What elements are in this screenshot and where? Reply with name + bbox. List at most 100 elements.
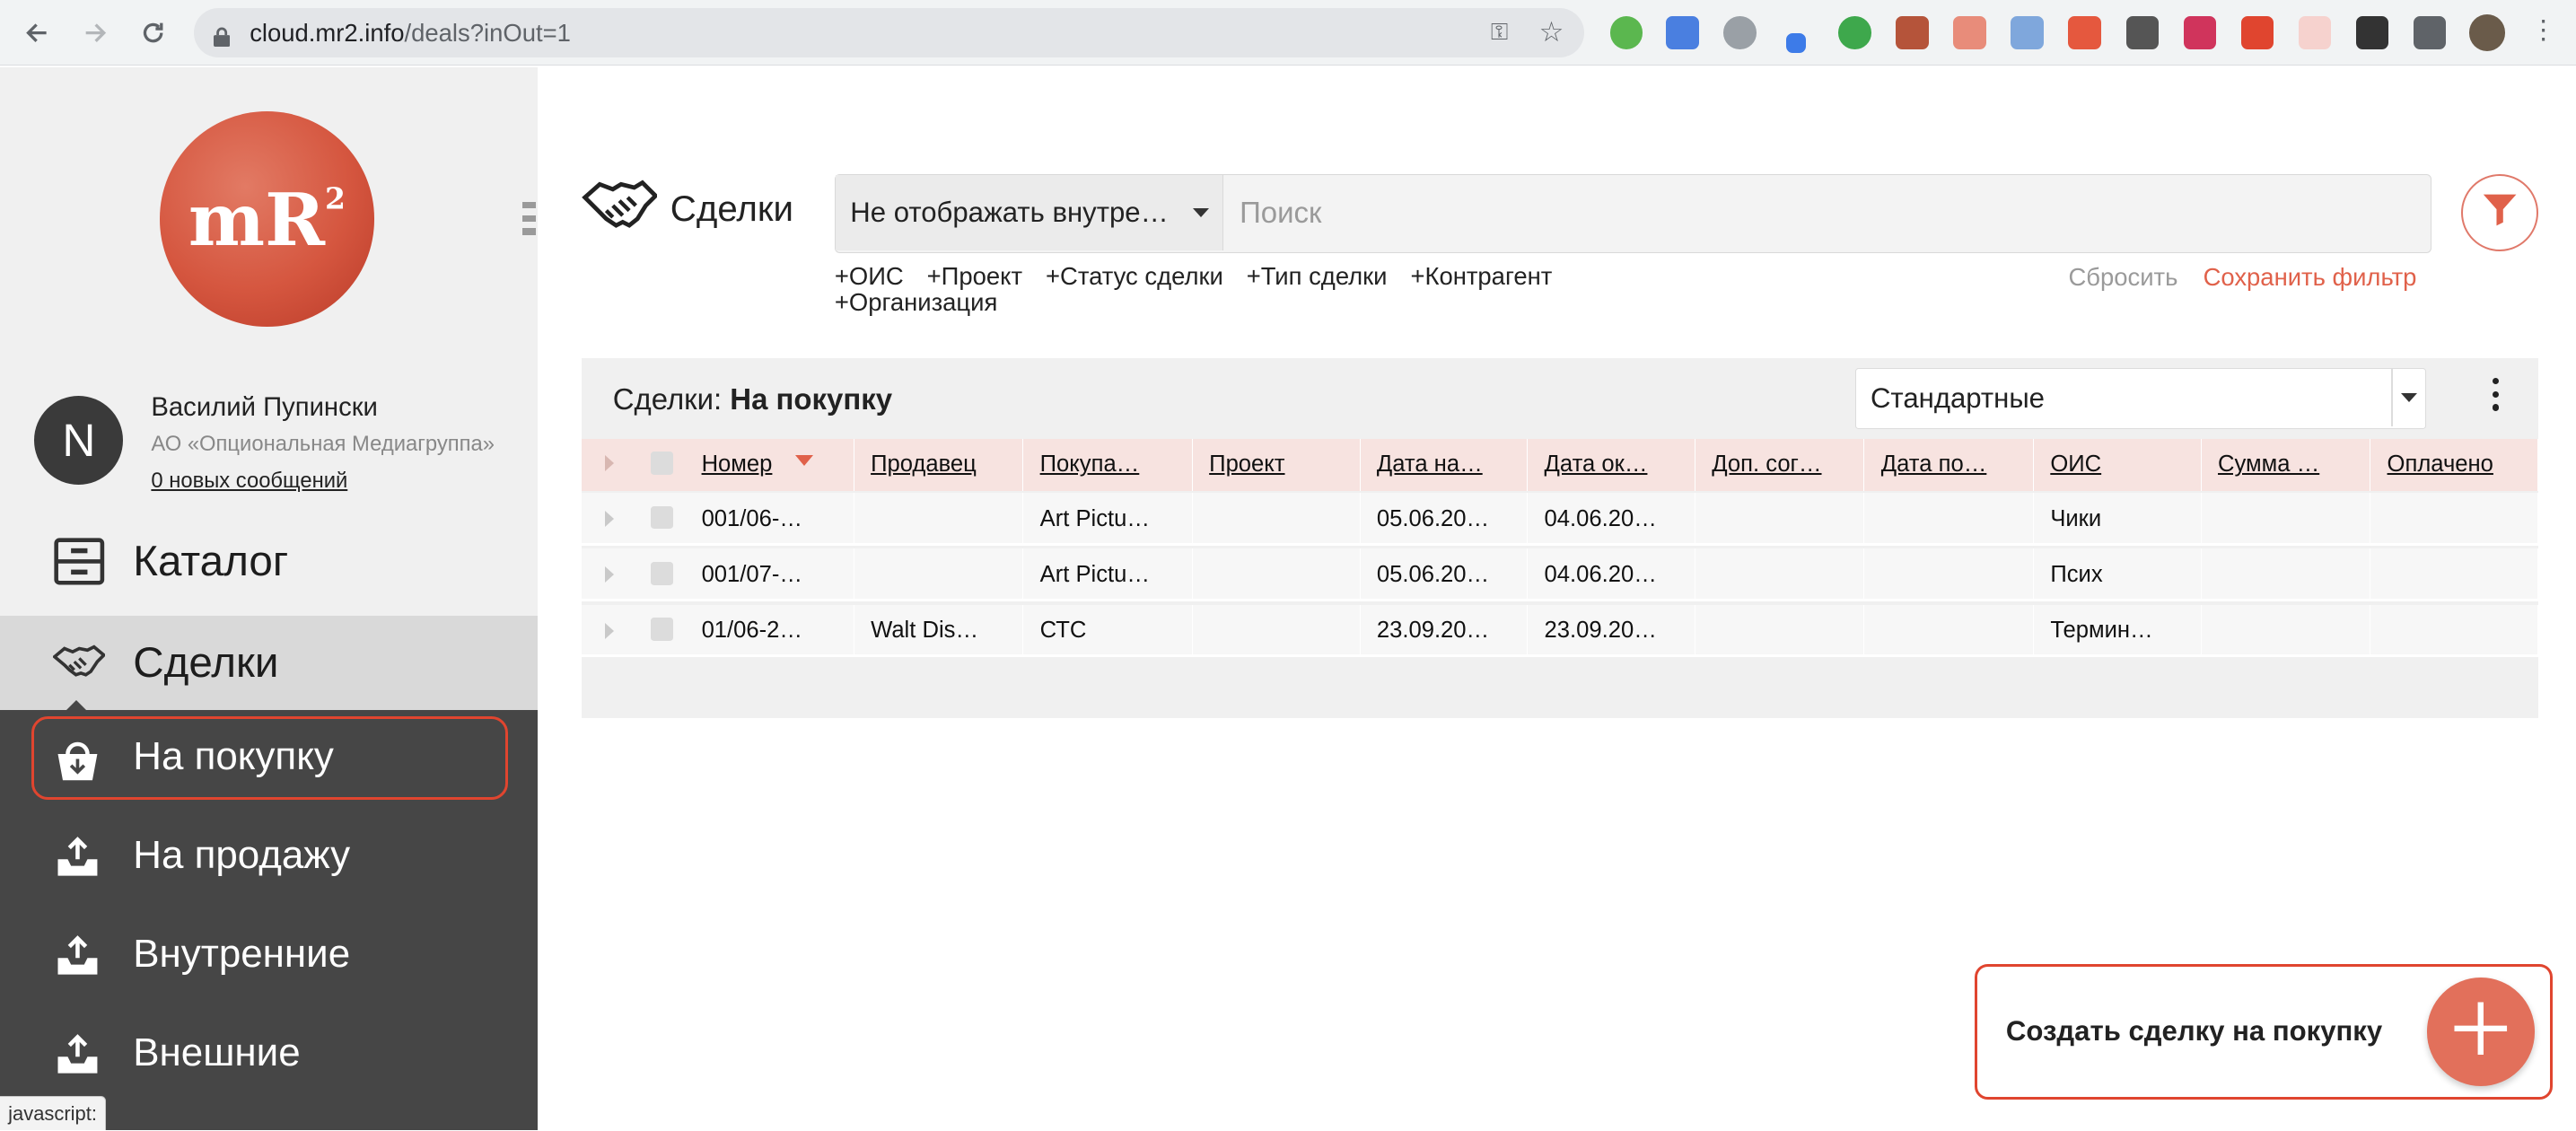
table-row[interactable]: 01/06-2… Walt Dis… СТС 23.09.20… 23.09.2…	[581, 604, 2538, 658]
reader-extension-icon[interactable]	[2011, 16, 2044, 49]
cell-sign-date	[1864, 604, 2034, 658]
more-options-icon[interactable]	[2491, 377, 2501, 417]
extensions-puzzle-icon[interactable]	[2413, 16, 2447, 49]
chevron-down-icon	[1193, 207, 1210, 218]
back-arrow-icon[interactable]	[16, 13, 56, 53]
skype-extension-icon[interactable]	[1723, 16, 1757, 49]
cell-sign-date	[1864, 493, 2034, 546]
upload-tray-icon	[53, 833, 102, 882]
bookmark-star-icon[interactable]: ☆	[1539, 16, 1564, 48]
column-header-ois[interactable]: ОИС	[2034, 438, 2202, 492]
user-organization: АО «Опциональная Медиагруппа»	[151, 432, 495, 457]
address-bar[interactable]: cloud.mr2.info/deals?inOut=1 ⚿ ☆	[193, 8, 1584, 58]
create-deal-label[interactable]: Создать сделку на покупку	[2006, 1015, 2382, 1048]
sidebar-item-internal[interactable]: Внутренние	[0, 912, 538, 997]
chip-deal-type[interactable]: +Тип сделки	[1247, 262, 1388, 290]
sidebar-item-deals[interactable]: Сделки	[0, 616, 538, 710]
forward-arrow-icon[interactable]	[75, 13, 115, 53]
column-header-sign-date[interactable]: Дата по…	[1864, 438, 2034, 492]
key-icon[interactable]: ⚿	[1491, 20, 1509, 47]
chip-counterparty[interactable]: +Контрагент	[1410, 262, 1552, 290]
sidebar-item-sell[interactable]: На продажу	[0, 813, 538, 899]
create-deal-button[interactable]	[2426, 978, 2536, 1086]
avatar-extension-icon[interactable]	[1896, 16, 1929, 49]
column-header-addendum[interactable]: Доп. сог…	[1695, 438, 1865, 492]
facebook-extension-icon[interactable]	[2125, 16, 2160, 49]
search-bar: Не отображать внутре…	[834, 174, 2431, 253]
new-badge-extension-icon[interactable]	[2355, 16, 2389, 49]
cell-number: 001/06-…	[685, 493, 854, 546]
expand-all-icon[interactable]	[604, 455, 615, 471]
plus-icon	[2449, 997, 2512, 1067]
sidebar-item-catalog[interactable]: Каталог	[0, 514, 538, 608]
user-avatar[interactable]: N	[34, 396, 124, 485]
sidebar-item-label: Сделки	[133, 639, 279, 688]
filter-chips: +ОИС +Проект +Статус сделки +Тип сделки …	[835, 263, 1656, 316]
pocket-extension-icon[interactable]	[2068, 16, 2102, 49]
expand-row-icon[interactable]	[604, 566, 615, 583]
upload-tray-icon	[53, 932, 102, 981]
column-header-paid[interactable]: Оплачено	[2370, 438, 2538, 492]
panel-title: Сделки: На покупку	[612, 382, 893, 416]
column-header-amount[interactable]: Сумма …	[2202, 438, 2371, 492]
column-header-seller[interactable]: Продавец	[854, 438, 1024, 492]
cell-ois: Чики	[2034, 493, 2202, 546]
column-header-start-date[interactable]: Дата на…	[1361, 438, 1529, 492]
chip-deal-status[interactable]: +Статус сделки	[1046, 262, 1223, 290]
sort-desc-icon[interactable]	[794, 455, 813, 466]
page-title: Сделки	[670, 188, 793, 230]
cell-project	[1193, 493, 1361, 546]
eyedropper-extension-icon[interactable]	[1785, 32, 1806, 53]
select-all-checkbox[interactable]	[650, 452, 674, 475]
chip-project[interactable]: +Проект	[927, 262, 1022, 290]
chip-organization[interactable]: +Организация	[835, 288, 998, 316]
browser-toolbar: cloud.mr2.info/deals?inOut=1 ⚿ ☆ ⋮	[0, 0, 2576, 66]
pdf-extension-icon[interactable]	[1953, 16, 1986, 49]
cell-paid	[2370, 604, 2538, 658]
internal-deals-filter-select[interactable]: Не отображать внутре…	[835, 175, 1223, 251]
grammarly-extension-icon[interactable]	[1838, 16, 1871, 49]
save-filter-link[interactable]: Сохранить фильтр	[2204, 263, 2417, 292]
column-header-end-date[interactable]: Дата ок…	[1528, 438, 1695, 492]
deals-panel: Сделки: На покупку Стандартные Номер Про…	[581, 358, 2538, 718]
cell-sign-date	[1864, 548, 2034, 601]
evernote-extension-icon[interactable]	[1609, 16, 1643, 49]
messages-link[interactable]: 0 новых сообщений	[151, 469, 347, 494]
column-header-project[interactable]: Проект	[1193, 438, 1361, 492]
flag-extension-icon[interactable]	[2240, 16, 2274, 49]
table-row[interactable]: 001/06-… Art Pictu… 05.06.20… 04.06.20… …	[581, 493, 2538, 546]
cell-number: 01/06-2…	[685, 604, 854, 658]
chip-ois[interactable]: +ОИС	[835, 262, 904, 290]
filter-button[interactable]	[2460, 174, 2538, 252]
view-preset-select[interactable]: Стандартные	[1854, 367, 2427, 429]
cell-end-date: 04.06.20…	[1528, 548, 1695, 601]
browser-menu-icon[interactable]: ⋮	[2530, 14, 2556, 46]
cell-start-date: 05.06.20…	[1361, 493, 1529, 546]
translate-extension-icon[interactable]	[1666, 16, 1699, 49]
puzzle-outline-extension-icon[interactable]	[2298, 16, 2332, 49]
row-checkbox[interactable]	[650, 561, 674, 585]
user-name: Василий Пупински	[151, 392, 378, 423]
sidebar-item-external[interactable]: Внешние	[0, 1011, 538, 1096]
expand-row-icon[interactable]	[604, 622, 615, 639]
table-row[interactable]: 001/07-… Art Pictu… 05.06.20… 04.06.20… …	[581, 548, 2538, 601]
sidebar-collapse-handle[interactable]	[522, 202, 536, 248]
search-input[interactable]	[1224, 175, 2430, 251]
expand-row-icon[interactable]	[604, 511, 615, 528]
cell-start-date: 05.06.20…	[1361, 548, 1529, 601]
cell-addendum	[1695, 493, 1865, 546]
column-header-number[interactable]: Номер	[685, 438, 854, 492]
reset-link[interactable]: Сбросить	[2068, 263, 2177, 292]
cell-seller: Walt Dis…	[854, 604, 1024, 658]
mic-extension-icon[interactable]	[2183, 16, 2217, 49]
reload-icon[interactable]	[133, 13, 172, 53]
column-header-buyer[interactable]: Покупа…	[1023, 438, 1193, 492]
app-logo[interactable]: mR2	[159, 111, 375, 328]
handshake-icon	[582, 178, 659, 241]
cell-ois: Псих	[2034, 548, 2202, 601]
filter-select-value: Не отображать внутре…	[850, 197, 1169, 229]
row-checkbox[interactable]	[650, 618, 674, 641]
profile-avatar[interactable]	[2469, 14, 2506, 51]
row-checkbox[interactable]	[650, 505, 674, 530]
cell-buyer: Art Pictu…	[1023, 548, 1193, 601]
